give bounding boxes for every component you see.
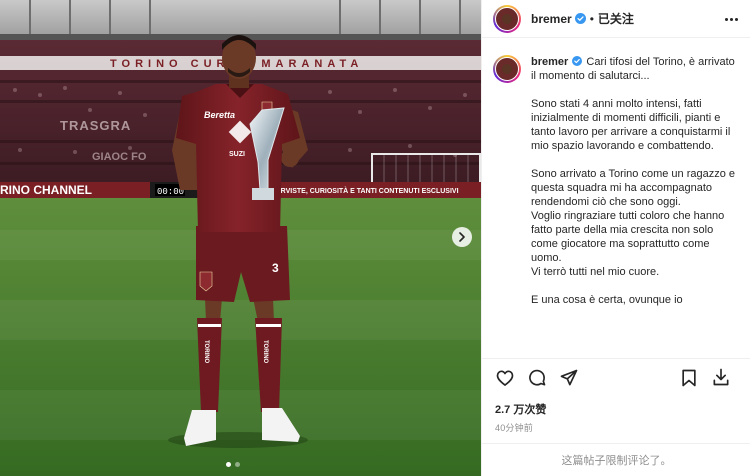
carousel-dot-1 [226, 462, 231, 467]
verified-badge-icon [572, 56, 583, 66]
post-timestamp[interactable]: 40分钟前 [495, 421, 533, 434]
caption-paragraph-4: Vi terrò tutti nel mio cuore. [531, 266, 660, 278]
comment-icon[interactable] [527, 368, 547, 388]
carousel-dot-2 [235, 462, 240, 467]
caption-text: bremer Cari tifosi del Torino, è arrivat… [531, 55, 739, 357]
sock-text-right: TORINO [262, 340, 268, 364]
carousel-indicator [226, 462, 240, 467]
caption-paragraph-2: Sono arrivato a Torino come un ragazzo e… [531, 168, 736, 208]
post-side-panel: bremer • 已关注 bremer Cari tifosi del Tori… [481, 0, 750, 476]
header-separator: • [589, 11, 594, 26]
post-header: bremer • 已关注 [482, 0, 750, 38]
action-bar [482, 358, 750, 396]
caption-paragraph-1: Sono stati 4 anni molto intensi, fatti i… [531, 98, 731, 152]
stand-text-3: GIAOC FO [92, 151, 147, 163]
share-icon[interactable] [559, 368, 579, 388]
post-photo: TORINO CURVA MARANATA TRASGRA GIAOC FO R… [0, 0, 481, 476]
shorts-number: 3 [272, 261, 279, 275]
board-left-text: RINO CHANNEL [0, 183, 92, 197]
caption-area: bremer Cari tifosi del Torino, è arrivat… [482, 39, 750, 357]
following-button[interactable]: 已关注 [598, 10, 634, 27]
post-media[interactable]: TORINO CURVA MARANATA TRASGRA GIAOC FO R… [0, 0, 481, 476]
bookmark-icon[interactable] [679, 368, 699, 388]
like-count[interactable]: 2.7 万次赞 [495, 401, 546, 417]
shirt-sponsor: Beretta [204, 110, 235, 120]
board-right-text: ERVISTE, CURIOSITÀ E TANTI CONTENUTI ESC… [276, 186, 459, 195]
stand-text-2: TRASGRA [60, 118, 131, 133]
chevron-right-icon [459, 232, 465, 242]
carousel-next-button[interactable] [452, 227, 472, 247]
caption-avatar[interactable] [493, 55, 521, 83]
verified-badge-icon [574, 13, 586, 24]
sock-text-left: TORINO [203, 340, 209, 364]
comments-limited-notice: 这篇帖子限制评论了。 [482, 443, 750, 476]
caption-paragraph-5: E una cosa è certa, ovunque io [531, 294, 683, 306]
header-username[interactable]: bremer [531, 12, 572, 26]
caption-paragraph-3: Voglio ringraziare tutti coloro che hann… [531, 210, 725, 264]
shirt-brand: SUZI [229, 151, 245, 158]
download-icon[interactable] [711, 367, 731, 387]
caption-username[interactable]: bremer [531, 56, 568, 68]
avatar[interactable] [493, 4, 521, 33]
heart-icon[interactable] [495, 368, 515, 388]
more-options-icon[interactable] [725, 12, 741, 26]
